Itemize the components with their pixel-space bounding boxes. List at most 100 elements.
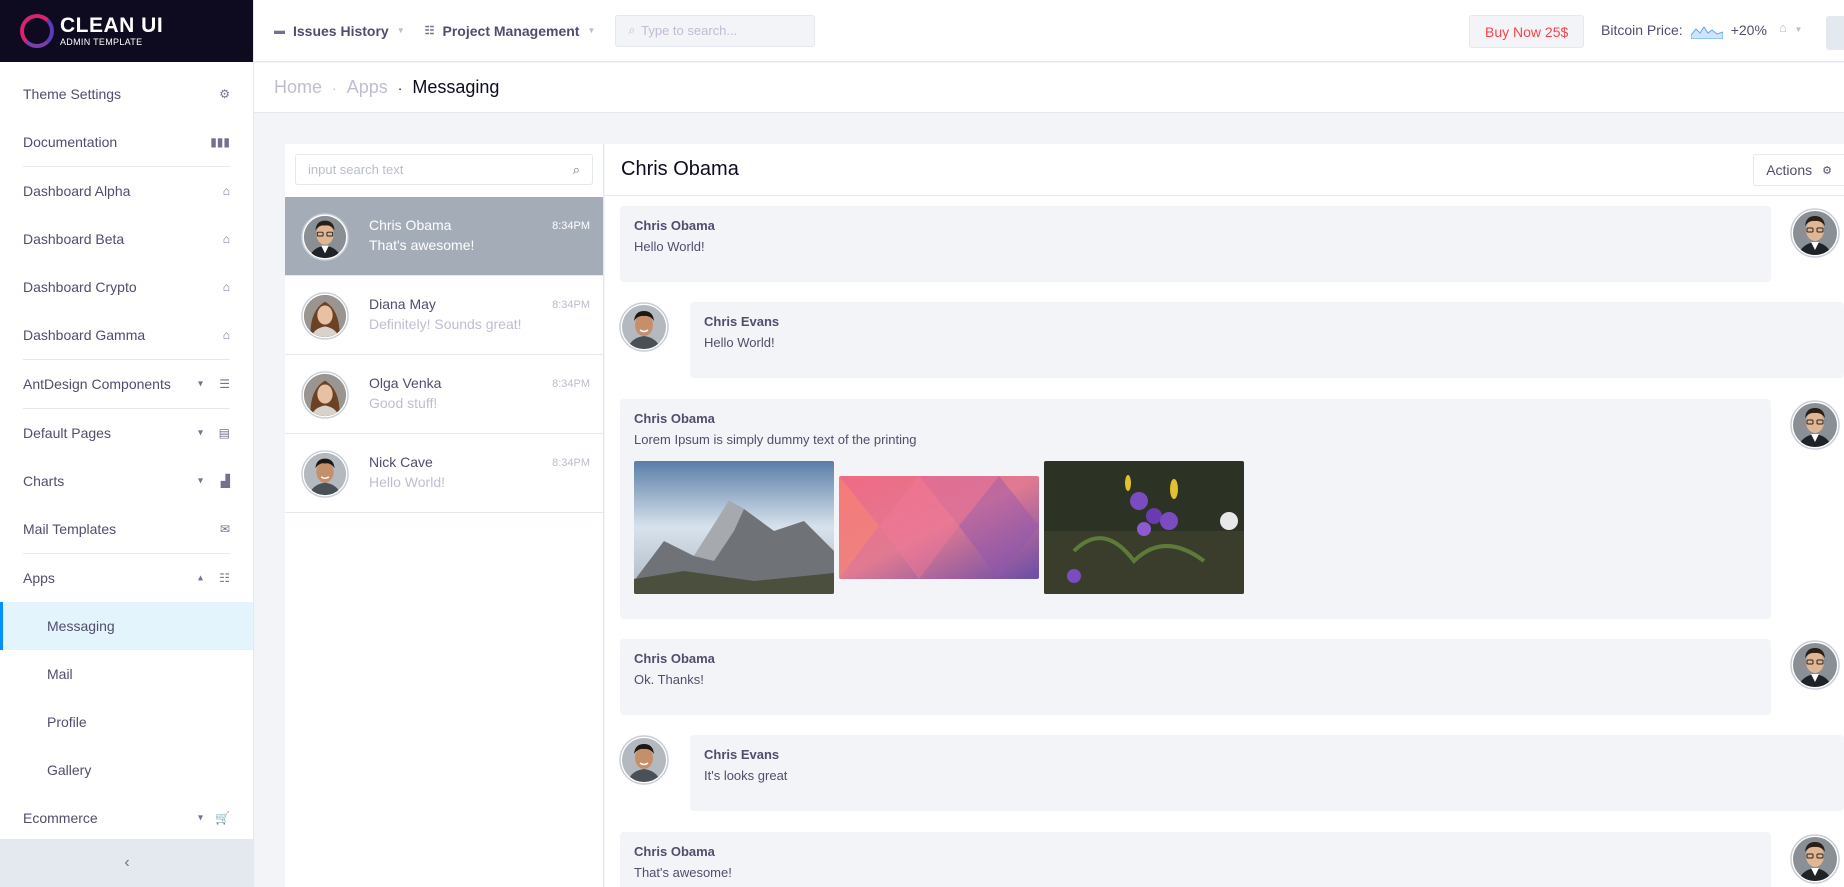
dialog-preview: Definitely! Sounds great!	[369, 316, 522, 332]
sidebar-item-gallery[interactable]: Gallery	[0, 746, 253, 794]
books-icon: ▮▮▮	[210, 135, 230, 149]
dialog-time: 8:34PM	[552, 299, 590, 311]
sidebar-item-label: Mail Templates	[23, 521, 117, 537]
home-icon: ⌂	[1779, 20, 1787, 35]
sidebar-item-label: Default Pages	[23, 425, 111, 441]
gear-icon: ⚙	[1822, 164, 1832, 177]
search-icon: ⌕	[572, 161, 580, 177]
actions-label: Actions	[1766, 162, 1813, 178]
sidebar-item-mail-templates[interactable]: Mail Templates ✉	[0, 505, 253, 553]
sidebar-item-label: Ecommerce	[23, 810, 98, 826]
avatar	[301, 371, 349, 419]
dialog-preview: Good stuff!	[369, 395, 438, 411]
dialog-time: 8:34PM	[552, 220, 590, 232]
home-dropdown[interactable]: ⌂ ▼	[1779, 20, 1802, 35]
message-text: Hello World!	[704, 335, 775, 350]
sidebar-item-charts[interactable]: Charts ▾ ▟	[0, 457, 253, 505]
message-author: Chris Obama	[634, 411, 715, 426]
sidebar-item-messaging[interactable]: Messaging	[0, 602, 253, 650]
dialog-preview: Hello World!	[369, 474, 445, 490]
dialog-item[interactable]: Diana May 8:34PM Definitely! Sounds grea…	[285, 276, 603, 355]
avatar	[1790, 400, 1840, 450]
message-text: It's looks great	[704, 768, 788, 783]
sidebar-item-label: Documentation	[23, 134, 118, 150]
page-icon: ▤	[218, 426, 230, 440]
dialog-item[interactable]: Olga Venka 8:34PM Good stuff!	[285, 355, 603, 434]
sidebar-item-label: Mail	[47, 666, 73, 682]
message-author: Chris Evans	[704, 747, 780, 762]
sidebar-item-dashboard-alpha[interactable]: Dashboard Alpha ⌂	[0, 167, 253, 215]
sidebar-collapse-button[interactable]: ‹	[0, 839, 253, 887]
avatar	[619, 735, 669, 785]
database-icon: ☷	[424, 25, 435, 37]
sidebar-item-label: Dashboard Gamma	[23, 327, 146, 343]
dialog-item[interactable]: Nick Cave 8:34PM Hello World!	[285, 434, 603, 513]
chat-message: Chris Obama Lorem Ipsum is simply dummy …	[620, 399, 1771, 619]
sidebar-menu: Theme Settings ⚙ Documentation ▮▮▮ Dashb…	[0, 62, 253, 842]
issues-history-label: Issues History	[293, 22, 389, 39]
chat-header: Chris Obama Actions ⚙	[605, 144, 1844, 196]
home-icon: ⌂	[222, 280, 230, 294]
chevron-down-icon: ▾	[197, 427, 203, 439]
sidebar-item-label: Messaging	[47, 618, 115, 634]
avatar	[301, 213, 349, 261]
sidebar: CLEAN UI ADMIN TEMPLATE Theme Settings ⚙…	[0, 0, 254, 887]
message-text: Lorem Ipsum is simply dummy text of the …	[634, 432, 917, 447]
avatar	[301, 292, 349, 340]
chat-panel: Chris Obama Actions ⚙ Chris Obama Hello …	[605, 144, 1844, 887]
search-icon: ⌕	[628, 23, 636, 37]
message-text: Hello World!	[634, 239, 705, 254]
logo-subtitle: ADMIN TEMPLATE	[60, 37, 143, 47]
folder-icon: ▬	[274, 24, 285, 37]
sidebar-item-apps[interactable]: Apps ▴ ☷	[0, 554, 253, 602]
chat-message: Chris Obama Ok. Thanks!	[620, 639, 1771, 715]
breadcrumb-home[interactable]: Home	[274, 77, 322, 98]
bitcoin-price-label: Bitcoin Price:	[1601, 22, 1683, 38]
breadcrumb-separator: ·	[332, 79, 337, 96]
dialog-time: 8:34PM	[552, 378, 590, 390]
breadcrumb-apps[interactable]: Apps	[347, 77, 388, 98]
gear-icon: ⚙	[219, 87, 230, 101]
sidebar-item-profile[interactable]: Profile	[0, 698, 253, 746]
search-placeholder: Type to search...	[641, 23, 738, 38]
avatar	[1790, 208, 1840, 258]
sidebar-item-dashboard-beta[interactable]: Dashboard Beta ⌂	[0, 215, 253, 263]
logo-title: CLEAN UI	[60, 14, 164, 37]
message-author: Chris Obama	[634, 218, 715, 233]
sidebar-item-default-pages[interactable]: Default Pages ▾ ▤	[0, 409, 253, 457]
user-menu-button[interactable]	[1826, 16, 1844, 50]
avatar	[1790, 834, 1840, 884]
mountain-image[interactable]	[634, 461, 834, 594]
sidebar-item-documentation[interactable]: Documentation ▮▮▮	[0, 118, 253, 166]
flowers-image[interactable]	[1044, 461, 1244, 594]
sidebar-item-theme-settings[interactable]: Theme Settings ⚙	[0, 70, 253, 118]
buy-now-button[interactable]: Buy Now 25$	[1469, 15, 1585, 48]
chevron-up-icon: ▴	[197, 572, 203, 584]
dialog-item[interactable]: Chris Obama 8:34PM That's awesome!	[285, 197, 603, 276]
chevron-down-icon: ▼	[1794, 25, 1803, 34]
home-icon: ⌂	[222, 232, 230, 246]
dialog-search-input[interactable]: input search text ⌕	[295, 154, 593, 185]
message-text: Ok. Thanks!	[634, 672, 704, 687]
message-text: That's awesome!	[634, 865, 732, 880]
actions-button[interactable]: Actions ⚙	[1753, 154, 1844, 186]
sidebar-item-dashboard-crypto[interactable]: Dashboard Crypto ⌂	[0, 263, 253, 311]
chevron-down-icon: ▼	[587, 26, 596, 35]
dialog-name: Nick Cave	[369, 454, 433, 470]
issues-history-dropdown[interactable]: ▬ Issues History ▼	[274, 23, 405, 39]
sidebar-item-dashboard-gamma[interactable]: Dashboard Gamma ⌂	[0, 311, 253, 359]
sidebar-item-mail[interactable]: Mail	[0, 650, 253, 698]
project-management-label: Project Management	[442, 22, 580, 39]
logo[interactable]: CLEAN UI ADMIN TEMPLATE	[0, 0, 253, 62]
search-input[interactable]: ⌕ Type to search...	[615, 14, 816, 47]
dialog-list: input search text ⌕ Chris Obama 8:34PM T…	[285, 144, 604, 887]
project-management-dropdown[interactable]: ☷ Project Management ▼	[425, 23, 596, 39]
chart-icon: ▟	[220, 474, 230, 488]
sidebar-item-ecommerce[interactable]: Ecommerce ▾ 🛒	[0, 794, 253, 842]
geometric-image[interactable]	[839, 476, 1039, 579]
sidebar-item-label: Profile	[47, 714, 87, 730]
message-author: Chris Obama	[634, 651, 715, 666]
avatar	[619, 302, 669, 352]
sidebar-item-antdesign-components[interactable]: AntDesign Components ▾ ☰	[0, 360, 253, 408]
home-icon: ⌂	[222, 328, 230, 342]
